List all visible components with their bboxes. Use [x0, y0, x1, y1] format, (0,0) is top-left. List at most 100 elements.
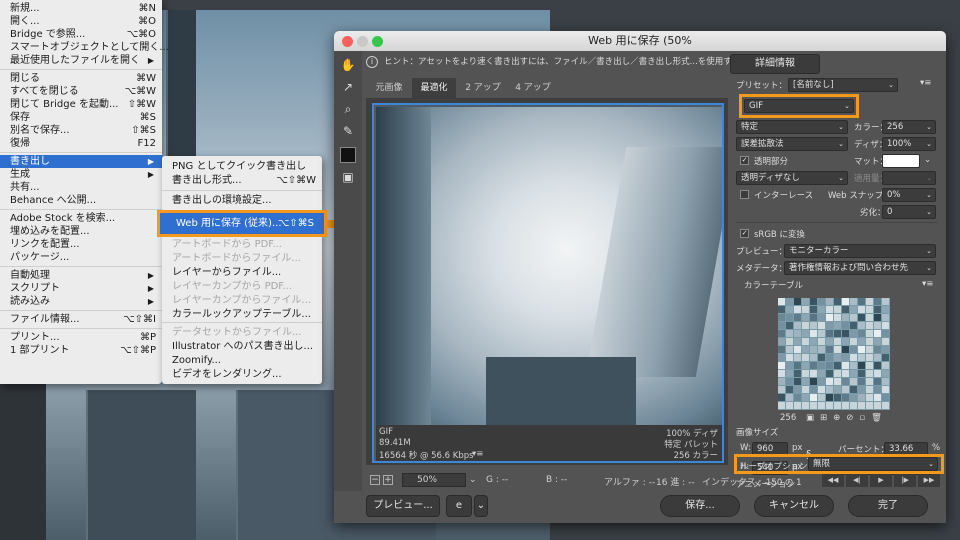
play-button[interactable]: ▶ — [870, 474, 892, 487]
color-table-grid[interactable] — [778, 298, 890, 410]
color-table-swatch[interactable] — [794, 402, 801, 409]
color-table-swatch[interactable] — [802, 322, 809, 329]
color-table-swatch[interactable] — [794, 362, 801, 369]
color-table-swatch[interactable] — [810, 394, 817, 401]
color-table-swatch[interactable] — [858, 378, 865, 385]
toggle-slices-icon[interactable]: ▣ — [340, 169, 356, 185]
color-table-swatch[interactable] — [858, 314, 865, 321]
preset-select[interactable]: [名前なし] ⌄ — [788, 78, 898, 92]
color-table-swatch[interactable] — [786, 338, 793, 345]
color-table-swatch[interactable] — [794, 370, 801, 377]
color-table-swatch[interactable] — [794, 386, 801, 393]
export-submenu-item[interactable]: Illustrator へのパス書き出し... — [162, 340, 322, 353]
close-window-button[interactable] — [342, 36, 353, 47]
color-table-swatch[interactable] — [866, 338, 873, 345]
color-table-swatch[interactable] — [834, 306, 841, 313]
file-menu-item[interactable]: パッケージ... — [0, 251, 162, 264]
srgb-checkbox[interactable]: ✓ — [740, 229, 749, 238]
zoom-chevron-down-icon[interactable]: ⌄ — [469, 475, 477, 485]
color-table-swatch[interactable] — [778, 402, 785, 409]
zoom-tool-icon[interactable]: ⌕ — [340, 101, 356, 117]
color-table-swatch[interactable] — [874, 330, 881, 337]
file-menu-item[interactable]: 埋め込みを配置... — [0, 225, 162, 238]
color-table-swatch[interactable] — [826, 298, 833, 305]
file-menu-item[interactable]: リンクを配置... — [0, 238, 162, 251]
metadata-select[interactable]: 著作権情報および問い合わせ先 ⌄ — [784, 261, 936, 275]
color-table-swatch[interactable] — [866, 322, 873, 329]
color-table-swatch[interactable] — [778, 298, 785, 305]
file-menu-item[interactable]: 別名で保存... ⇧⌘S — [0, 124, 162, 137]
color-table-swatch[interactable] — [810, 314, 817, 321]
color-table-swatch[interactable] — [858, 394, 865, 401]
color-table-swatch[interactable] — [866, 298, 873, 305]
color-table-swatch[interactable] — [826, 306, 833, 313]
color-table-swatch[interactable] — [778, 386, 785, 393]
color-table-swatch[interactable] — [858, 346, 865, 353]
color-table-swatch[interactable] — [810, 370, 817, 377]
color-table-swatch[interactable] — [826, 338, 833, 345]
speed-menu-icon[interactable]: ▾≡ — [472, 449, 483, 459]
color-table-swatch[interactable] — [778, 370, 785, 377]
save-button[interactable]: 保存... — [660, 495, 740, 517]
color-table-swatch[interactable] — [866, 330, 873, 337]
file-menu-item[interactable]: 書き出し ▶ — [0, 155, 162, 168]
color-table-swatch[interactable] — [874, 362, 881, 369]
color-table-swatch[interactable] — [850, 330, 857, 337]
zoom-out-button[interactable]: − — [370, 475, 380, 485]
color-table-swatch[interactable] — [858, 362, 865, 369]
color-table-swatch[interactable] — [802, 378, 809, 385]
color-table-swatch[interactable] — [786, 394, 793, 401]
color-table-swatch[interactable] — [834, 298, 841, 305]
first-frame-button[interactable]: ◀◀ — [822, 474, 844, 487]
color-table-swatch[interactable] — [842, 370, 849, 377]
color-table-swatch[interactable] — [874, 298, 881, 305]
color-table-swatch[interactable] — [778, 306, 785, 313]
file-menu-item[interactable]: 共有... — [0, 181, 162, 194]
color-table-swatch[interactable] — [786, 314, 793, 321]
color-table-swatch[interactable] — [826, 330, 833, 337]
color-table-swatch[interactable] — [834, 362, 841, 369]
zoom-in-button[interactable]: + — [383, 475, 393, 485]
file-menu-item[interactable]: 復帰 F12 — [0, 137, 162, 150]
color-table-swatch[interactable] — [882, 338, 889, 345]
zoom-window-button[interactable] — [372, 36, 383, 47]
color-table-swatch[interactable] — [826, 394, 833, 401]
color-table-swatch[interactable] — [850, 298, 857, 305]
file-menu-item[interactable]: 最近使用したファイルを開く ▶ — [0, 54, 162, 67]
color-table-swatch[interactable] — [778, 378, 785, 385]
color-table-swatch[interactable] — [866, 378, 873, 385]
color-table-swatch[interactable] — [882, 402, 889, 409]
color-table-swatch[interactable] — [882, 362, 889, 369]
reduction-select[interactable]: 特定 ⌄ — [736, 120, 848, 134]
file-menu-item[interactable]: すべてを閉じる ⌥⌘W — [0, 85, 162, 98]
color-table-swatch[interactable] — [778, 362, 785, 369]
color-table-swatch[interactable] — [786, 306, 793, 313]
color-table-swatch[interactable] — [802, 370, 809, 377]
slice-select-tool-icon[interactable]: ↗ — [340, 79, 356, 95]
color-table-swatch[interactable] — [818, 298, 825, 305]
color-table-swatch[interactable] — [882, 322, 889, 329]
color-table-swatch[interactable] — [802, 386, 809, 393]
color-table-swatch[interactable] — [866, 362, 873, 369]
color-table-swatch[interactable] — [858, 322, 865, 329]
color-table-swatch[interactable] — [810, 322, 817, 329]
export-submenu-item[interactable]: 書き出しの環境設定... — [162, 194, 322, 207]
file-menu-item[interactable]: ファイル情報... ⌥⇧⌘I — [0, 313, 162, 326]
color-table-swatch[interactable] — [882, 346, 889, 353]
color-table-swatch[interactable] — [810, 378, 817, 385]
file-menu-item[interactable]: 保存 ⌘S — [0, 111, 162, 124]
color-table-swatch[interactable] — [786, 386, 793, 393]
color-table-swatch[interactable] — [858, 338, 865, 345]
export-submenu-item[interactable]: Zoomify... — [162, 354, 322, 367]
color-table-swatch[interactable] — [866, 306, 873, 313]
zoom-level-select[interactable]: 50% — [402, 473, 466, 487]
color-table-swatch[interactable] — [818, 370, 825, 377]
color-table-swatch[interactable] — [842, 354, 849, 361]
browser-menu-chevron-icon[interactable]: ⌄ — [474, 495, 488, 517]
color-table-swatch[interactable] — [794, 346, 801, 353]
transparency-checkbox[interactable]: ✓ — [740, 156, 749, 165]
color-table-swatch[interactable] — [842, 338, 849, 345]
minimize-window-button[interactable] — [357, 36, 368, 47]
colortable-menu-icon[interactable]: ▾≡ — [922, 279, 933, 289]
color-table-swatch[interactable] — [874, 386, 881, 393]
